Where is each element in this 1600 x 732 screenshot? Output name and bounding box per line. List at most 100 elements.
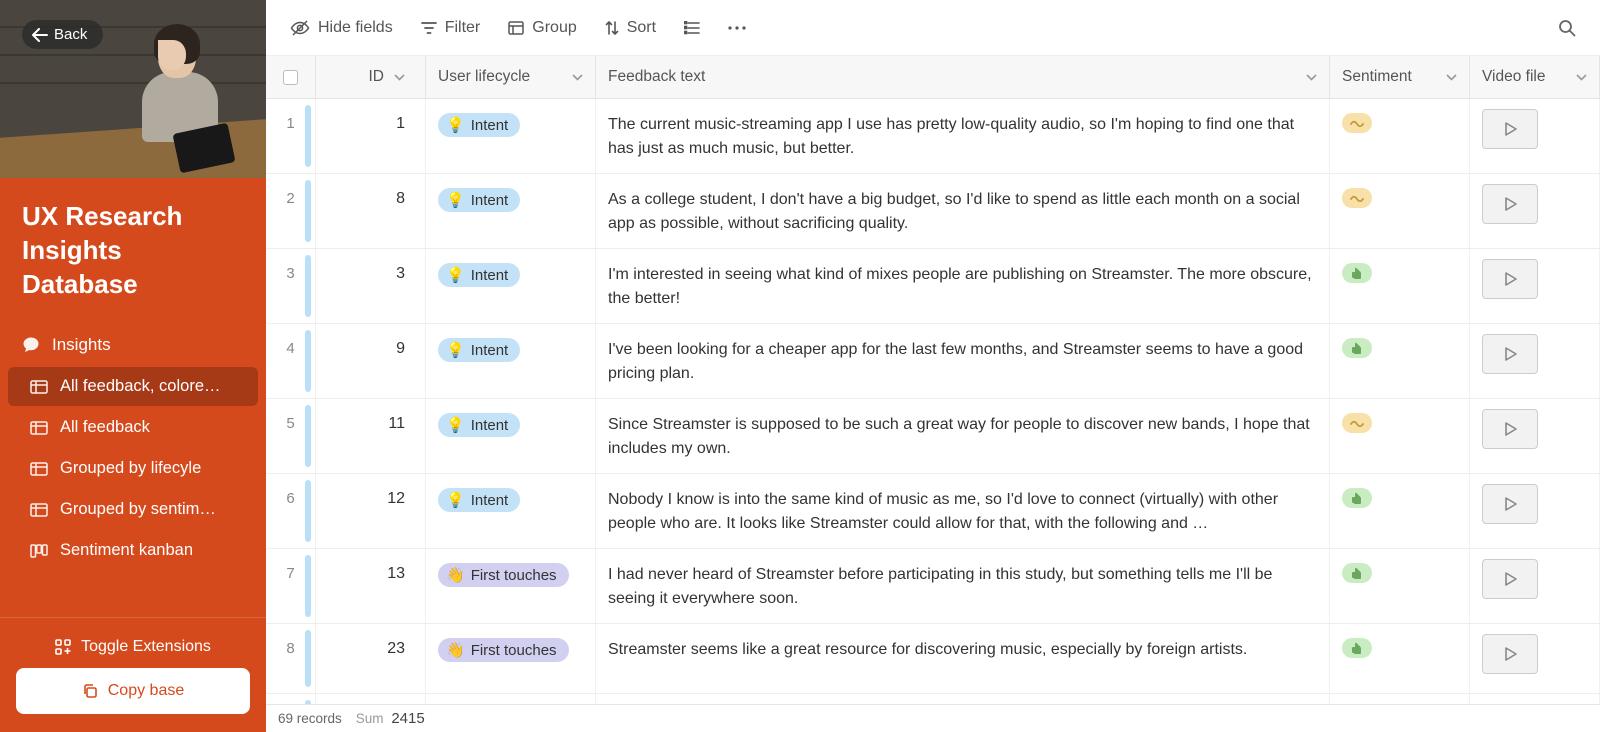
lifecycle-cell[interactable]: 💡Intent (426, 99, 596, 173)
table-row[interactable]: 5 11💡IntentSince Streamster is supposed t… (266, 399, 1600, 474)
table-row[interactable]: 954👋First touchesI think Streamster woul… (266, 694, 1600, 704)
video-play-button[interactable] (1482, 559, 1538, 599)
id-cell[interactable]: 12 (316, 474, 426, 548)
chat-icon (22, 336, 40, 354)
sidebar-view-item[interactable]: All feedback (8, 408, 258, 447)
row-number-cell[interactable]: 2 (266, 174, 316, 248)
row-number: 5 (286, 415, 294, 432)
video-cell[interactable] (1470, 249, 1600, 323)
row-number-cell[interactable]: 7 (266, 549, 316, 623)
sentiment-cell[interactable] (1330, 399, 1470, 473)
video-cell[interactable] (1470, 474, 1600, 548)
header-lifecycle[interactable]: User lifecycle (426, 56, 596, 98)
id-cell[interactable]: 11 (316, 399, 426, 473)
video-cell[interactable] (1470, 399, 1600, 473)
row-number-cell[interactable]: 6 (266, 474, 316, 548)
video-play-button[interactable] (1482, 634, 1538, 674)
id-cell[interactable]: 54 (316, 694, 426, 704)
row-number-cell[interactable]: 3 (266, 249, 316, 323)
toggle-extensions-button[interactable]: Toggle Extensions (16, 626, 250, 668)
search-button[interactable] (1558, 19, 1576, 37)
sentiment-cell[interactable] (1330, 174, 1470, 248)
sidebar-view-item[interactable]: Grouped by lifecyle (8, 449, 258, 488)
sidebar-view-item[interactable]: Sentiment kanban (8, 531, 258, 570)
video-cell[interactable] (1470, 549, 1600, 623)
id-cell[interactable]: 13 (316, 549, 426, 623)
feedback-cell[interactable]: I'm interested in seeing what kind of mi… (596, 249, 1330, 323)
video-cell[interactable] (1470, 324, 1600, 398)
video-play-button[interactable] (1482, 259, 1538, 299)
sentiment-cell[interactable] (1330, 549, 1470, 623)
nav-section-insights[interactable]: Insights (0, 325, 266, 365)
feedback-cell[interactable]: As a college student, I don't have a big… (596, 174, 1330, 248)
table-row[interactable]: 612💡IntentNobody I know is into the same… (266, 474, 1600, 549)
back-label: Back (54, 26, 87, 43)
video-cell[interactable] (1470, 694, 1600, 704)
copy-base-button[interactable]: Copy base (16, 668, 250, 714)
video-play-button[interactable] (1482, 484, 1538, 524)
feedback-cell[interactable]: Since Streamster is supposed to be such … (596, 399, 1330, 473)
feedback-cell[interactable]: The current music-streaming app I use ha… (596, 99, 1330, 173)
video-play-button[interactable] (1482, 184, 1538, 224)
table-row[interactable]: 11💡IntentThe current music-streaming app… (266, 99, 1600, 174)
lifecycle-cell[interactable]: 💡Intent (426, 324, 596, 398)
sentiment-cell[interactable] (1330, 624, 1470, 693)
table-row[interactable]: 33💡IntentI'm interested in seeing what k… (266, 249, 1600, 324)
lifecycle-label: Intent (471, 417, 509, 434)
sentiment-cell[interactable] (1330, 694, 1470, 704)
lifecycle-cell[interactable]: 💡Intent (426, 249, 596, 323)
header-id[interactable]: ID (316, 56, 426, 98)
feedback-cell[interactable]: Nobody I know is into the same kind of m… (596, 474, 1330, 548)
select-all-checkbox[interactable] (283, 70, 298, 85)
header-video[interactable]: Video file (1470, 56, 1600, 98)
feedback-cell[interactable]: I've been looking for a cheaper app for … (596, 324, 1330, 398)
video-play-button[interactable] (1482, 109, 1538, 149)
row-number-cell[interactable]: 8 (266, 624, 316, 693)
table-row[interactable]: 28💡IntentAs a college student, I don't h… (266, 174, 1600, 249)
feedback-cell[interactable]: I think Streamster would benefit from im… (596, 694, 1330, 704)
filter-button[interactable]: Filter (421, 19, 481, 37)
video-play-button[interactable] (1482, 409, 1538, 449)
id-cell[interactable]: 8 (316, 174, 426, 248)
sentiment-cell[interactable] (1330, 324, 1470, 398)
row-number-cell[interactable]: 9 (266, 694, 316, 704)
sentiment-cell[interactable] (1330, 249, 1470, 323)
video-cell[interactable] (1470, 99, 1600, 173)
video-play-button[interactable] (1482, 334, 1538, 374)
lifecycle-cell[interactable]: 👋First touches (426, 549, 596, 623)
row-number-cell[interactable]: 5 (266, 399, 316, 473)
feedback-cell[interactable]: I had never heard of Streamster before p… (596, 549, 1330, 623)
lifecycle-cell[interactable]: 👋First touches (426, 624, 596, 693)
lifecycle-cell[interactable]: 💡Intent (426, 174, 596, 248)
main: Hide fields Filter Group Sort (266, 0, 1600, 732)
row-number-cell[interactable]: 4 (266, 324, 316, 398)
id-cell[interactable]: 1 (316, 99, 426, 173)
header-feedback[interactable]: Feedback text (596, 56, 1330, 98)
sort-button[interactable]: Sort (605, 19, 656, 37)
sidebar-view-item[interactable]: All feedback, colore… (8, 367, 258, 406)
sentiment-cell[interactable] (1330, 474, 1470, 548)
sentiment-cell[interactable] (1330, 99, 1470, 173)
header-checkbox-cell[interactable] (266, 56, 316, 98)
sidebar-view-item[interactable]: Grouped by sentim… (8, 490, 258, 529)
table-row[interactable]: 823👋First touchesStreamster seems like a… (266, 624, 1600, 694)
video-cell[interactable] (1470, 624, 1600, 693)
feedback-cell[interactable]: Streamster seems like a great resource f… (596, 624, 1330, 693)
id-cell[interactable]: 9 (316, 324, 426, 398)
lifecycle-cell[interactable]: 👋First touches (426, 694, 596, 704)
back-button[interactable]: Back (22, 20, 103, 49)
group-button[interactable]: Group (508, 19, 576, 37)
lifecycle-cell[interactable]: 💡Intent (426, 399, 596, 473)
id-cell[interactable]: 23 (316, 624, 426, 693)
header-sentiment[interactable]: Sentiment (1330, 56, 1470, 98)
color-button[interactable] (684, 21, 700, 35)
id-cell[interactable]: 3 (316, 249, 426, 323)
hide-fields-button[interactable]: Hide fields (290, 19, 393, 37)
lifecycle-cell[interactable]: 💡Intent (426, 474, 596, 548)
table-row[interactable]: 49💡IntentI've been looking for a cheaper… (266, 324, 1600, 399)
row-number-cell[interactable]: 1 (266, 99, 316, 173)
video-cell[interactable] (1470, 174, 1600, 248)
table-row[interactable]: 713👋First touchesI had never heard of St… (266, 549, 1600, 624)
more-button[interactable] (728, 26, 746, 30)
sort-icon (605, 20, 619, 36)
